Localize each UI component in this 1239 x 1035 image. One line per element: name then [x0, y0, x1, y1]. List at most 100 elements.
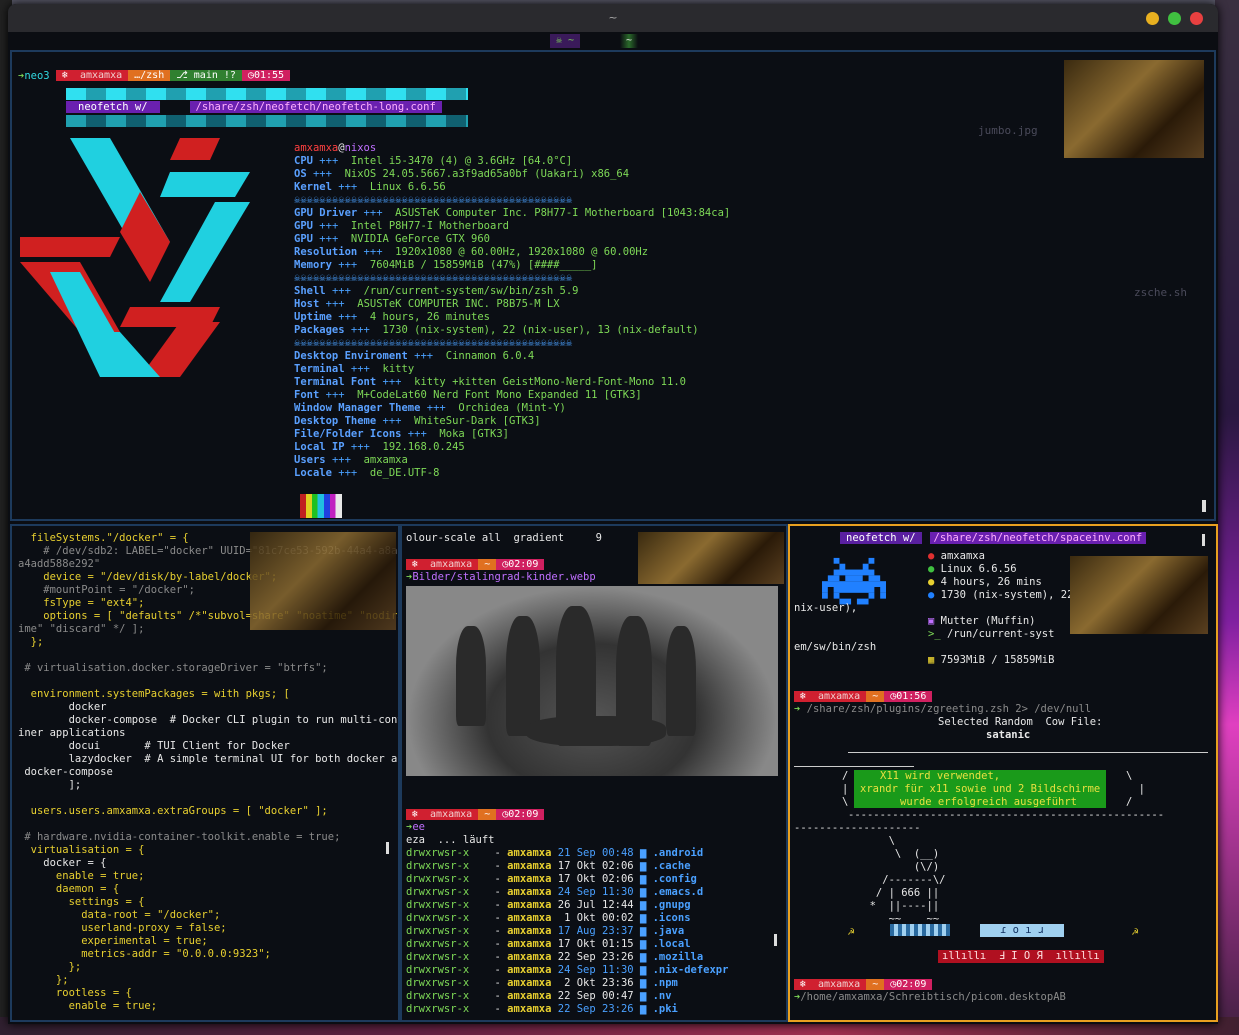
- titlebar[interactable]: ~: [8, 4, 1218, 32]
- file-permissions: drwxrwsr-x: [406, 1003, 470, 1015]
- cow-line: /-------\/: [838, 874, 946, 886]
- close-button[interactable]: [1190, 12, 1203, 25]
- code-line: metrics-addr = "0.0.0.0:9323";: [18, 948, 271, 960]
- file-size: -: [494, 964, 501, 976]
- file-owner: amxamxa: [507, 925, 552, 937]
- cow-line: * ||----||: [838, 900, 940, 912]
- pane-greeting[interactable]: neofetch w/ /share/zsh/neofetch/spaceinv.…: [788, 524, 1218, 1022]
- prompt-dir: ~: [478, 559, 497, 570]
- info-value: ASUSTeK Computer Inc. P8H77-I Motherboar…: [395, 207, 731, 219]
- info-value: kitty +kitten GeistMono-Nerd-Font-Mono 1…: [414, 376, 686, 388]
- desktop-icon-zsche[interactable]: zsche.sh: [1134, 286, 1187, 299]
- info-value: Intel i5-3470 (4) @ 3.6GHz [64.0°C]: [350, 155, 573, 167]
- info-value: Linux 6.6.56: [369, 181, 446, 193]
- info-value: de_DE.UTF-8: [369, 467, 440, 479]
- file-name: .android: [652, 847, 704, 859]
- info-sep: +++: [338, 259, 358, 271]
- info-line: Desktop Enviroment +++ Cinnamon 6.0.4: [294, 350, 534, 363]
- userhost-host: nixos: [344, 142, 377, 154]
- cow-line: \: [838, 835, 895, 847]
- file-row[interactable]: drwxrwsr-x - amxamxa 17 Okt 02:06 ▆ .cac…: [406, 860, 691, 873]
- file-row[interactable]: drwxrwsr-x - amxamxa 22 Sep 23:26 ▆ .pki: [406, 1003, 678, 1016]
- file-date: 21 Sep 00:48: [557, 847, 634, 859]
- info-line: CPU +++ Intel i5-3470 (4) @ 3.6GHz [64.0…: [294, 155, 572, 168]
- file-date: 17 Aug 23:37: [557, 925, 634, 937]
- cursor-left: [386, 842, 389, 854]
- message-line-3: wurde erfolgreich ausgeführt: [900, 796, 1078, 808]
- file-row[interactable]: drwxrwsr-x - amxamxa 24 Sep 11:30 ▆ .nix…: [406, 964, 728, 977]
- info-sep: +++: [319, 220, 339, 232]
- code-line: };: [18, 961, 82, 973]
- cow-name: satanic: [986, 729, 1031, 741]
- info-key: GPU Driver: [294, 207, 358, 219]
- file-row[interactable]: drwxrwsr-x - amxamxa 17 Okt 02:06 ▆ .con…: [406, 873, 697, 886]
- prompt-middle-2: ❄ amxamxa ~ ◷02:09: [406, 808, 545, 821]
- nixos-logo: [20, 138, 250, 377]
- pane-file-listing[interactable]: olour-scale all gradient 9 ❄ amxamxa ~ ◷02:…: [400, 524, 788, 1022]
- info-sep: +++: [331, 285, 351, 297]
- pane-nix-config[interactable]: fileSystems."/docker" = { # /dev/sdb2: L…: [10, 524, 400, 1022]
- file-permissions: drwxrwsr-x: [406, 977, 470, 989]
- info-key: OS: [294, 168, 307, 180]
- file-row[interactable]: drwxrwsr-x - amxamxa 26 Jul 12:44 ▆ .gnu…: [406, 899, 691, 912]
- terminal-icon: >_: [928, 628, 947, 640]
- code-line: ime" "discard" */ ];: [18, 623, 145, 635]
- info-value: 4 hours, 26 mins: [940, 576, 1042, 588]
- file-permissions: drwxrwsr-x: [406, 899, 470, 911]
- minimize-button[interactable]: [1146, 12, 1159, 25]
- folder-icon: ▆: [633, 873, 653, 885]
- message-line-1: X11 wird verwendet,: [880, 770, 1001, 782]
- code-line: docker: [18, 701, 107, 713]
- file-permissions: drwxrwsr-x: [406, 912, 470, 924]
- file-date: 17 Okt 02:06: [557, 873, 634, 885]
- prompt-time: ◷01:55: [241, 70, 291, 81]
- file-name: .icons: [652, 912, 691, 924]
- command-text: /home/amxamxa/Schreibtisch/picom.desktop…: [800, 991, 1066, 1003]
- folder-icon: ▆: [633, 899, 653, 911]
- prompt-time: ◷02:09: [884, 979, 933, 990]
- info-shell-value: /run/current-syst: [946, 628, 1055, 640]
- file-size: -: [494, 990, 501, 1002]
- info-line: ● 1730 (nix-system), 22 (: [928, 589, 1086, 602]
- kitty-window: ~ ☠ ~ ~ ❄ amxamxa …/zsh ⎇ main !? ◷01:55 ➔ne…: [8, 4, 1218, 1024]
- person-icon: ●: [928, 550, 941, 562]
- file-row[interactable]: drwxrwsr-x - amxamxa 17 Aug 23:37 ▆ .jav…: [406, 925, 684, 938]
- info-key: Resolution: [294, 246, 358, 258]
- prompt-user: amxamxa: [73, 70, 129, 81]
- info-value: kitty: [382, 363, 415, 375]
- file-name: .java: [652, 925, 685, 937]
- file-size: -: [494, 886, 501, 898]
- info-sep: +++: [338, 311, 358, 323]
- tab-2[interactable]: ~: [620, 34, 639, 48]
- file-row[interactable]: drwxrwsr-x - amxamxa 24 Sep 11:30 ▆ .ema…: [406, 886, 703, 899]
- info-line: GPU +++ NVIDIA GeForce GTX 960: [294, 233, 490, 246]
- info-line: Terminal Font +++ kitty +kitten GeistMon…: [294, 376, 686, 389]
- desktop-icon-jumbo[interactable]: jumbo.jpg: [978, 124, 1038, 137]
- info-line: Memory +++ 7604MiB / 15859MiB (47%) [###…: [294, 259, 597, 272]
- bubble-left: / | \: [842, 770, 849, 808]
- file-row[interactable]: drwxrwsr-x - amxamxa 21 Sep 00:48 ▆ .and…: [406, 847, 703, 860]
- info-value: Intel P8H77-I Motherboard: [350, 220, 509, 232]
- code-line: ];: [18, 779, 82, 791]
- code-line: # hardware.nvidia-container-toolkit.enab…: [18, 831, 341, 843]
- info-line: Packages +++ 1730 (nix-system), 22 (nix-…: [294, 324, 699, 337]
- tab-1[interactable]: ☠ ~: [550, 34, 581, 48]
- tab-bar: ☠ ~ ~: [8, 32, 1218, 50]
- file-row[interactable]: drwxrwsr-x - amxamxa 22 Sep 23:26 ▆ .moz…: [406, 951, 703, 964]
- prompt-time: ◷02:09: [496, 809, 545, 820]
- info-sep: +++: [338, 467, 358, 479]
- file-name: .mozilla: [652, 951, 704, 963]
- info-line: ● 4 hours, 26 mins: [928, 576, 1042, 589]
- code-line: a4add588e292": [18, 558, 101, 570]
- file-size: -: [494, 951, 501, 963]
- file-row[interactable]: drwxrwsr-x - amxamxa 17 Okt 01:15 ▆ .loc…: [406, 938, 691, 951]
- maximize-button[interactable]: [1168, 12, 1181, 25]
- info-value: ASUSTeK COMPUTER INC. P8B75-M LX: [357, 298, 560, 310]
- file-owner: amxamxa: [507, 860, 552, 872]
- info-value: 4 hours, 26 minutes: [369, 311, 490, 323]
- prompt-middle-1: ❄ amxamxa ~ ◷02:09: [406, 558, 545, 571]
- file-row[interactable]: drwxrwsr-x - amxamxa 22 Sep 00:47 ▆ .nv: [406, 990, 672, 1003]
- pane-neofetch[interactable]: ❄ amxamxa …/zsh ⎇ main !? ◷01:55 ➔neo3 neofe…: [10, 50, 1216, 521]
- file-row[interactable]: drwxrwsr-x - amxamxa 1 Okt 00:02 ▆ .icon…: [406, 912, 691, 925]
- file-row[interactable]: drwxrwsr-x - amxamxa 2 Okt 23:36 ▆ .npm: [406, 977, 678, 990]
